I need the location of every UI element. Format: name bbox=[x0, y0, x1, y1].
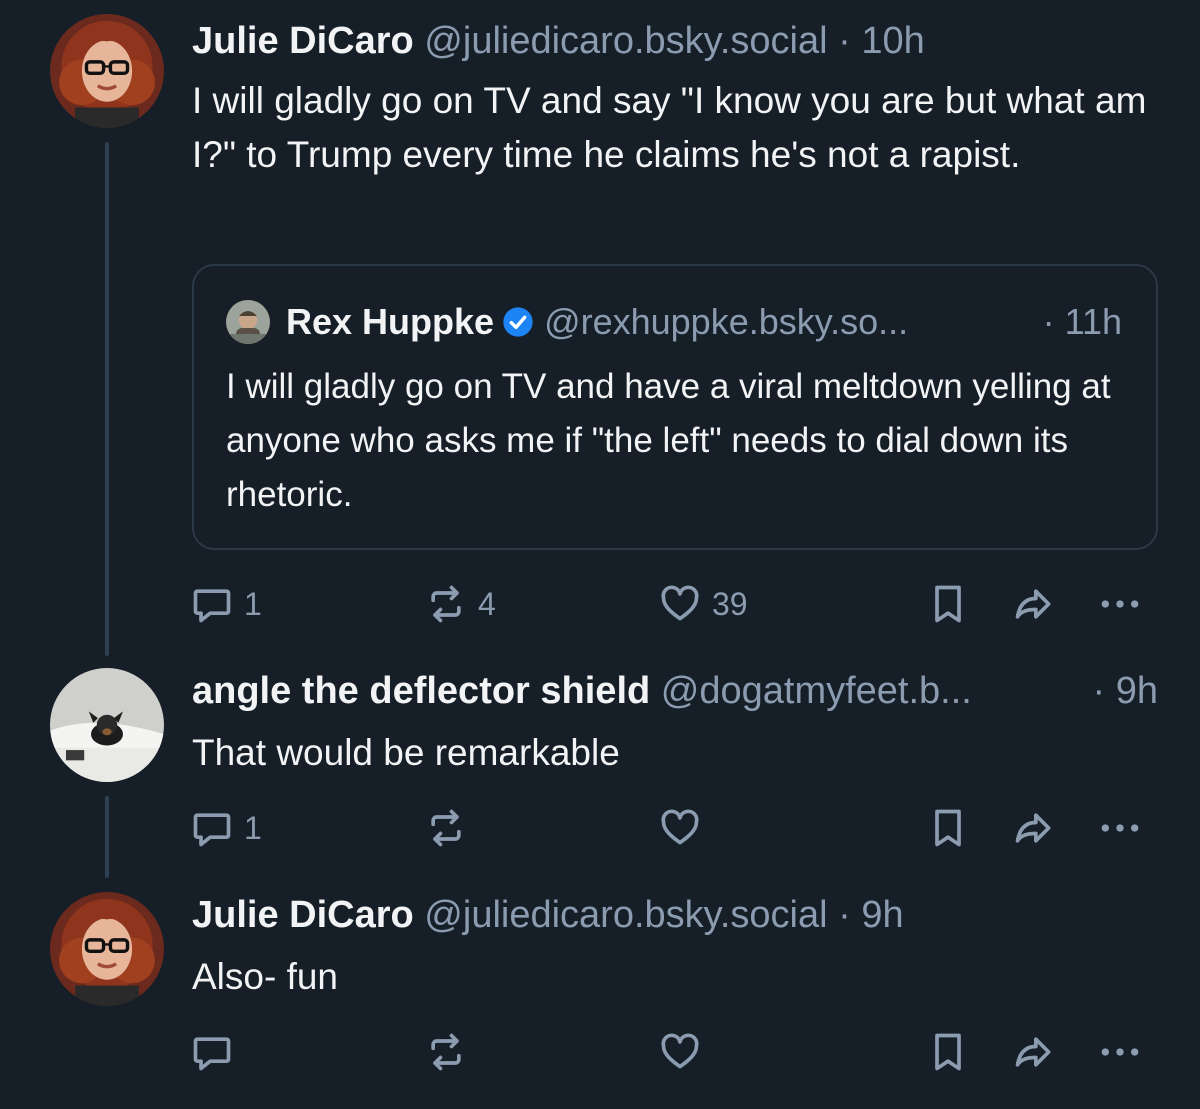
reply-count: 1 bbox=[244, 585, 262, 622]
more-button[interactable] bbox=[1098, 582, 1142, 626]
reply-icon bbox=[193, 589, 231, 623]
post-text: I will gladly go on TV and say "I know y… bbox=[192, 80, 1147, 175]
repost-icon bbox=[431, 585, 461, 623]
heart-icon bbox=[661, 585, 699, 621]
reply-icon bbox=[193, 1037, 231, 1071]
repost-button[interactable] bbox=[424, 806, 468, 850]
avatar[interactable] bbox=[50, 668, 164, 782]
reply-button[interactable]: 1 bbox=[190, 806, 262, 850]
like-button[interactable]: 39 bbox=[658, 582, 748, 626]
separator-dot: · bbox=[838, 20, 851, 62]
quoted-post[interactable]: Rex Huppke @rexhuppke.bsky.so... · 11h I… bbox=[192, 264, 1158, 550]
avatar[interactable] bbox=[50, 14, 164, 128]
reply-button[interactable] bbox=[190, 1030, 234, 1074]
author-name[interactable]: angle the deflector shield bbox=[192, 670, 650, 712]
reply-icon bbox=[193, 813, 231, 847]
more-icon bbox=[1101, 824, 1139, 832]
heart-icon bbox=[661, 1033, 699, 1069]
post-header: angle the deflector shield @dogatmyfeet.… bbox=[192, 668, 972, 714]
bookmark-icon bbox=[935, 1033, 961, 1071]
repost-button[interactable]: 4 bbox=[424, 582, 496, 626]
like-count: 39 bbox=[712, 585, 748, 622]
more-button[interactable] bbox=[1098, 806, 1142, 850]
author-handle[interactable]: @juliedicaro.bsky.social bbox=[424, 894, 827, 936]
quote-text: I will gladly go on TV and have a viral … bbox=[226, 367, 1111, 514]
separator-dot: · bbox=[838, 894, 851, 936]
verified-badge-icon bbox=[503, 307, 533, 337]
heart-icon bbox=[661, 809, 699, 845]
bookmark-icon bbox=[935, 809, 961, 847]
quote-time[interactable]: · 11h bbox=[1043, 300, 1122, 344]
quote-header: Rex Huppke @rexhuppke.bsky.so... bbox=[226, 300, 908, 344]
share-button[interactable] bbox=[1012, 1030, 1056, 1074]
quote-author-name[interactable]: Rex Huppke bbox=[286, 300, 494, 344]
post-actions bbox=[0, 1030, 1200, 1080]
post-text: Also- fun bbox=[192, 956, 339, 997]
post-actions: 1 bbox=[0, 806, 1200, 856]
reply-count: 1 bbox=[244, 809, 262, 846]
repost-count: 4 bbox=[478, 585, 496, 622]
post-actions: 1 4 39 bbox=[0, 582, 1200, 632]
post-time[interactable]: 10h bbox=[861, 20, 924, 62]
like-button[interactable] bbox=[658, 806, 702, 850]
post-text: That would be remarkable bbox=[192, 732, 620, 773]
repost-icon bbox=[431, 809, 461, 847]
quote-author-handle[interactable]: @rexhuppke.bsky.so... bbox=[544, 300, 908, 344]
author-handle[interactable]: @juliedicaro.bsky.social bbox=[424, 20, 827, 62]
bookmark-button[interactable] bbox=[926, 582, 970, 626]
share-button[interactable] bbox=[1012, 806, 1056, 850]
share-icon bbox=[1015, 589, 1051, 619]
post-header: Julie DiCaro @juliedicaro.bsky.social · … bbox=[192, 18, 925, 64]
avatar[interactable] bbox=[50, 892, 164, 1006]
share-icon bbox=[1015, 813, 1051, 843]
thread-line bbox=[105, 142, 109, 656]
quote-avatar bbox=[226, 300, 270, 344]
bookmark-button[interactable] bbox=[926, 806, 970, 850]
repost-button[interactable] bbox=[424, 1030, 468, 1074]
bookmark-button[interactable] bbox=[926, 1030, 970, 1074]
author-name[interactable]: Julie DiCaro bbox=[192, 894, 414, 936]
more-icon bbox=[1101, 600, 1139, 608]
more-button[interactable] bbox=[1098, 1030, 1142, 1074]
share-button[interactable] bbox=[1012, 582, 1056, 626]
author-handle[interactable]: @dogatmyfeet.b... bbox=[661, 670, 972, 712]
like-button[interactable] bbox=[658, 1030, 702, 1074]
post-time[interactable]: 9h bbox=[861, 894, 903, 936]
more-icon bbox=[1101, 1048, 1139, 1056]
share-icon bbox=[1015, 1037, 1051, 1067]
post-header: Julie DiCaro @juliedicaro.bsky.social · … bbox=[192, 892, 904, 938]
repost-icon bbox=[431, 1033, 461, 1071]
post-time[interactable]: · 9h bbox=[1093, 668, 1158, 714]
bookmark-icon bbox=[935, 585, 961, 623]
reply-button[interactable]: 1 bbox=[190, 582, 262, 626]
author-name[interactable]: Julie DiCaro bbox=[192, 20, 414, 62]
